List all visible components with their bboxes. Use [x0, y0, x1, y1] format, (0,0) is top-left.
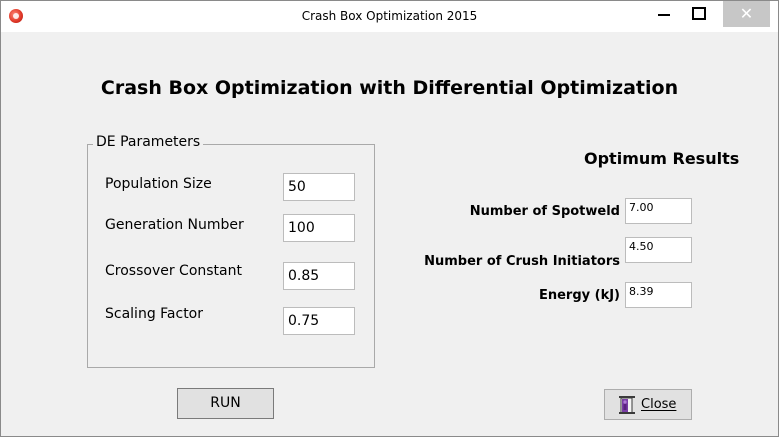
- crossover-constant-input[interactable]: 0.85: [283, 262, 355, 290]
- de-parameters-legend: DE Parameters: [93, 134, 204, 150]
- run-button[interactable]: RUN: [177, 388, 274, 419]
- generation-number-label: Generation Number: [105, 217, 244, 233]
- page-title: Crash Box Optimization with Differential…: [100, 77, 679, 99]
- crush-initiators-output[interactable]: 4.50: [625, 237, 692, 263]
- population-size-label: Population Size: [105, 176, 212, 192]
- crush-initiators-label: Number of Crush Initiators: [424, 254, 620, 269]
- close-button[interactable]: Close: [604, 389, 692, 420]
- spotweld-label: Number of Spotweld: [469, 204, 620, 219]
- app-window: Crash Box Optimization 2015 ✕ Crash Box …: [0, 0, 779, 437]
- crossover-constant-label: Crossover Constant: [105, 263, 242, 279]
- title-bar[interactable]: Crash Box Optimization 2015 ✕: [1, 1, 778, 32]
- generation-number-input[interactable]: 100: [283, 214, 355, 242]
- scaling-factor-label: Scaling Factor: [105, 306, 204, 322]
- energy-output[interactable]: 8.39: [625, 282, 692, 308]
- energy-label: Energy (kJ): [538, 288, 620, 303]
- door-exit-icon: [619, 396, 635, 414]
- optimum-results-title: Optimum Results: [584, 149, 740, 168]
- window-close-button[interactable]: ✕: [723, 1, 770, 27]
- close-button-label: Close: [641, 397, 677, 412]
- minimize-button[interactable]: [649, 1, 679, 27]
- scaling-factor-input[interactable]: 0.75: [283, 307, 355, 335]
- population-size-input[interactable]: 50: [283, 173, 355, 201]
- maximize-button[interactable]: [684, 1, 714, 27]
- spotweld-output[interactable]: 7.00: [625, 198, 692, 224]
